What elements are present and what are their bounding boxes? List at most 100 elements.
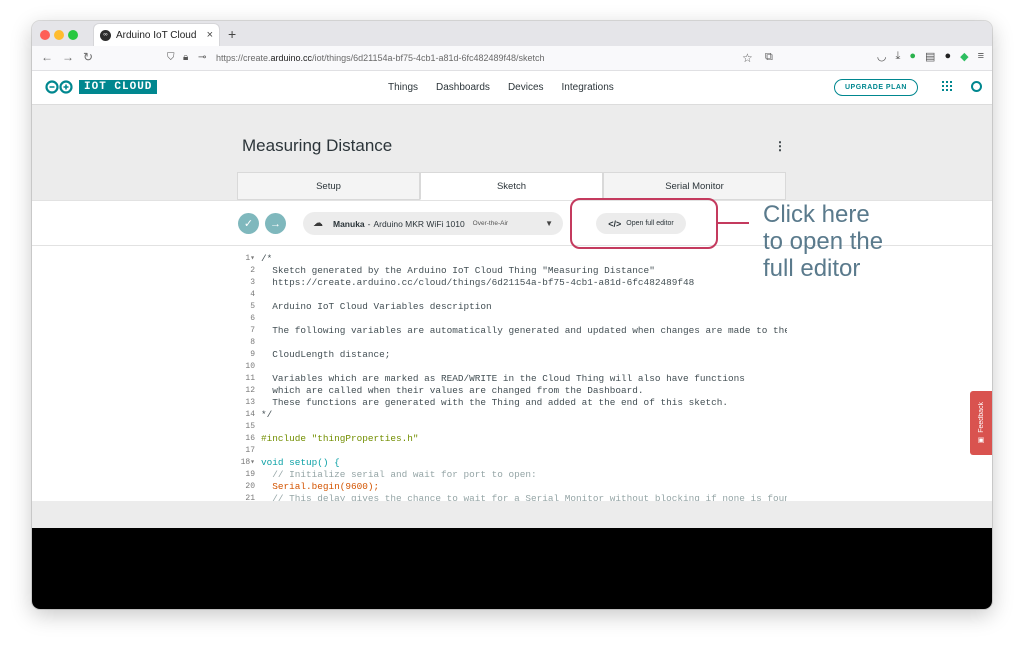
code-text: which are called when their values are c… xyxy=(261,385,644,396)
infinity-logo-icon xyxy=(45,80,73,94)
dark-extension-icon[interactable]: ● xyxy=(944,50,951,63)
maximize-window-button[interactable] xyxy=(68,30,78,40)
code-line: 15 xyxy=(239,421,787,433)
code-line: 19 // Initialize serial and wait for por… xyxy=(239,469,787,481)
annotation-connector-line xyxy=(718,222,749,224)
key-icon[interactable]: ⊸ xyxy=(198,52,206,63)
line-number: 1▾ xyxy=(245,254,255,263)
annotation-callout-text: Click here to open the full editor xyxy=(763,201,884,282)
new-tab-button[interactable]: + xyxy=(228,26,236,42)
code-line: 2 Sketch generated by the Arduino IoT Cl… xyxy=(239,265,787,277)
download-icon[interactable]: ⤓ xyxy=(896,50,901,63)
code-line: 12 which are called when their values ar… xyxy=(239,385,787,397)
green-extension-icon[interactable]: ● xyxy=(909,50,916,63)
nav-dashboards[interactable]: Dashboards xyxy=(436,82,490,93)
iot-cloud-logo-text: IOT CLOUD xyxy=(79,80,158,94)
reader-icon[interactable]: ▤ xyxy=(925,50,935,63)
code-line: 6 xyxy=(239,313,787,325)
code-editor[interactable]: 1▾/* 2 Sketch generated by the Arduino Io… xyxy=(32,246,992,501)
code-text: These functions are generated with the T… xyxy=(261,397,728,408)
nav-things[interactable]: Things xyxy=(388,82,418,93)
line-number: 20 xyxy=(245,482,255,491)
code-lines: 1▾/* 2 Sketch generated by the Arduino Io… xyxy=(239,253,787,501)
line-number: 8 xyxy=(250,338,255,347)
tab-serial-monitor[interactable]: Serial Monitor xyxy=(603,172,786,200)
cloud-icon: ☁ xyxy=(313,218,323,229)
line-number: 7 xyxy=(250,326,255,335)
code-text: // This delay gives the chance to wait f… xyxy=(261,493,787,501)
feedback-button[interactable]: Feedback ▣ xyxy=(970,391,992,455)
tab-close-icon[interactable]: × xyxy=(207,29,213,41)
shield-icon[interactable]: ⛉ xyxy=(167,52,175,63)
line-number: 2 xyxy=(250,266,255,275)
black-overlay-band xyxy=(32,528,992,609)
line-number: 6 xyxy=(250,314,255,323)
browser-window: ∞ Arduino IoT Cloud × + ← → ↻ ⛉ 🔒︎ ⊸ htt… xyxy=(32,21,992,609)
arduino-logo[interactable]: IOT CLOUD xyxy=(44,80,158,94)
feedback-label: Feedback xyxy=(977,401,985,433)
code-text: void setup() { xyxy=(261,457,340,468)
chevron-down-icon: ▼ xyxy=(545,219,553,228)
code-line: 1▾ /* xyxy=(239,253,787,265)
code-line: 5 Arduino IoT Cloud Variables descriptio… xyxy=(239,301,787,313)
device-name: Manuka xyxy=(333,218,365,229)
device-mode: Over-the-Air xyxy=(472,220,509,227)
minimize-window-button[interactable] xyxy=(54,30,64,40)
line-number: 12 xyxy=(245,386,255,395)
code-text: CloudLength distance; xyxy=(261,349,391,360)
line-number: 15 xyxy=(245,422,255,431)
device-separator: - xyxy=(367,218,371,229)
evernote-icon[interactable]: ◆ xyxy=(960,50,968,63)
browser-tab[interactable]: ∞ Arduino IoT Cloud × xyxy=(94,24,219,46)
verify-button[interactable]: ✓ xyxy=(238,213,259,234)
code-line: 9 CloudLength distance; xyxy=(239,349,787,361)
code-line: 10 xyxy=(239,361,787,373)
account-icon[interactable] xyxy=(971,81,982,92)
more-options-icon[interactable]: ⋮ xyxy=(774,139,786,153)
url-field[interactable]: https://create.arduino.cc/iot/things/6d2… xyxy=(216,53,545,63)
code-text: The following variables are automaticall… xyxy=(261,325,787,336)
lock-icon[interactable]: 🔒︎ xyxy=(183,52,188,63)
tab-sketch[interactable]: Sketch xyxy=(420,172,603,200)
code-text: Sketch generated by the Arduino IoT Clou… xyxy=(261,265,655,276)
forward-arrow-icon[interactable]: → xyxy=(62,50,74,64)
line-number: 5 xyxy=(250,302,255,311)
line-number: 10 xyxy=(245,362,255,371)
line-number: 18▾ xyxy=(240,458,255,467)
menu-icon[interactable]: ≡ xyxy=(978,50,984,63)
tab-setup[interactable]: Setup xyxy=(237,172,420,200)
line-number: 21 xyxy=(245,494,255,501)
back-arrow-icon[interactable]: ← xyxy=(41,50,53,64)
line-number: 9 xyxy=(250,350,255,359)
pocket-icon[interactable]: ◡ xyxy=(877,50,887,63)
line-number: 17 xyxy=(245,446,255,455)
code-line: 18▾ void setup() { xyxy=(239,457,787,469)
device-board: Arduino MKR WiFi 1010 xyxy=(373,218,465,229)
thing-tabs: Setup Sketch Serial Monitor xyxy=(237,172,786,200)
upload-button[interactable]: → xyxy=(265,213,286,234)
code-text: #include "thingProperties.h" xyxy=(261,433,419,444)
browser-tab-strip: ∞ Arduino IoT Cloud × + xyxy=(32,21,992,46)
apps-grid-icon[interactable] xyxy=(942,81,952,91)
line-number: 16 xyxy=(245,434,255,443)
bookmark-star-icon[interactable]: ☆ xyxy=(742,51,753,65)
code-text: Serial.begin(9600); xyxy=(261,481,380,492)
code-text: https://create.arduino.cc/cloud/things/6… xyxy=(261,277,695,288)
code-text: Arduino IoT Cloud Variables description xyxy=(261,301,492,312)
code-line: 4 xyxy=(239,289,787,301)
device-selector[interactable]: ☁ Manuka - Arduino MKR WiFi 1010 Over-th… xyxy=(303,212,563,235)
page-title: Measuring Distance xyxy=(242,136,393,155)
code-line: 13 These functions are generated with th… xyxy=(239,397,787,409)
code-text: /* xyxy=(261,253,273,264)
upgrade-plan-button[interactable]: UPGRADE PLAN xyxy=(834,79,918,96)
extension-icon[interactable]: ⧉ xyxy=(765,51,773,64)
close-window-button[interactable] xyxy=(40,30,50,40)
nav-devices[interactable]: Devices xyxy=(508,82,544,93)
nav-integrations[interactable]: Integrations xyxy=(562,82,614,93)
page-footer-area xyxy=(32,501,992,528)
browser-tab-title: Arduino IoT Cloud xyxy=(116,29,197,41)
code-line: 3 https://create.arduino.cc/cloud/things… xyxy=(239,277,787,289)
reload-icon[interactable]: ↻ xyxy=(83,50,93,64)
line-number: 3 xyxy=(250,278,255,287)
code-line: 11 Variables which are marked as READ/WR… xyxy=(239,373,787,385)
